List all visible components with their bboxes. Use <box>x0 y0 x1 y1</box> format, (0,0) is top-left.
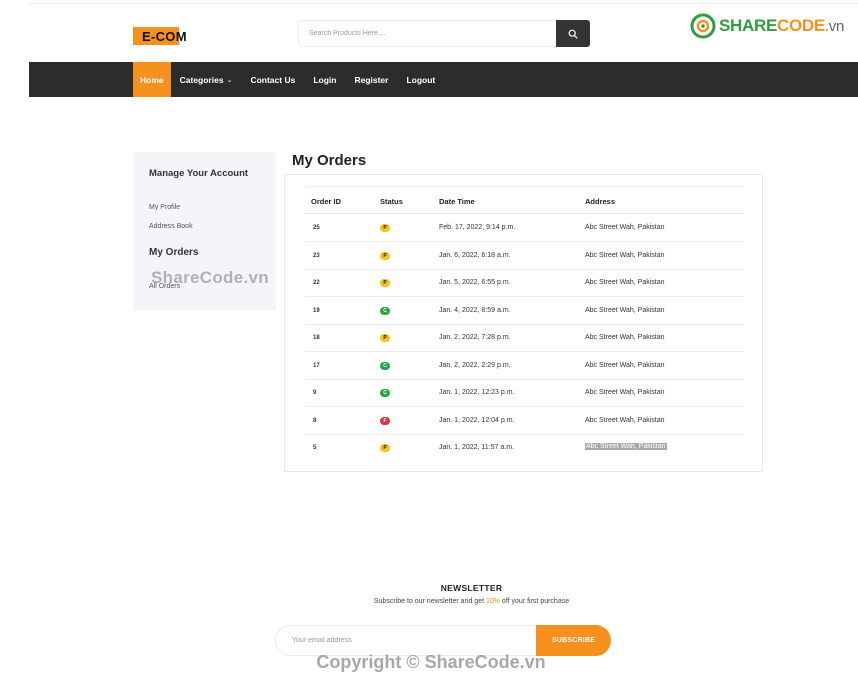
table-header: Order ID Status Date Time Address <box>305 186 744 214</box>
sidebar-title: Manage Your Account <box>149 168 249 179</box>
sharecode-watermark-logo: SHARECODE.vn <box>690 12 844 40</box>
search-input[interactable] <box>299 21 557 46</box>
sharecode-wordmark: SHARECODE.vn <box>719 16 845 35</box>
top-divider <box>29 3 858 4</box>
order-address: Abc Street Wah, Pakistan <box>585 361 665 369</box>
order-datetime: Jan. 1, 2022, 12:23 p.m. <box>439 389 515 396</box>
order-id: 8 <box>313 417 317 424</box>
chevron-down-icon: ⌄ <box>226 76 233 84</box>
table-row: 9 C Jan. 1, 2022, 12:23 p.m. Abc Street Wah… <box>305 379 744 407</box>
newsletter-subtitle: Subscribe to our newsletter and get 10% … <box>373 598 570 605</box>
sidebar-orders-heading: My Orders <box>149 247 199 258</box>
order-datetime: Jan. 1, 2022, 12:04 p.m. <box>439 416 515 424</box>
order-datetime: Jan. 6, 2022, 6:18 a.m. <box>439 251 511 259</box>
order-datetime: Jan. 1, 2022, 11:57 a.m. <box>439 444 514 451</box>
nav-register[interactable]: Register <box>345 62 397 97</box>
table-row: 18 P Jan. 2, 2022, 7:28 p.m. Abc Street Wah… <box>305 324 744 352</box>
order-address: Abc Street Wah, Pakistan <box>585 306 665 314</box>
page-title: My Orders <box>292 152 367 169</box>
table-row: 5 P Jan. 1, 2022, 11:57 a.m. Abc Street Wah… <box>305 434 744 462</box>
order-id: 25 <box>313 225 320 231</box>
order-id: 5 <box>313 445 317 451</box>
logo-text: E-COM <box>142 29 187 44</box>
order-address: Abc Street Wah, Pakistan <box>585 251 665 259</box>
order-id: 22 <box>313 280 320 286</box>
order-datetime: Jan. 2, 2022, 2:29 p.m. <box>439 361 511 369</box>
order-id: 9 <box>313 390 317 396</box>
status-badge: P <box>380 334 390 342</box>
table-row: 23 P Jan. 6, 2022, 6:18 a.m. Abc Street Wah… <box>305 242 744 270</box>
nav-logout[interactable]: Logout <box>397 62 444 97</box>
column-header-order-id: Order ID <box>311 197 342 206</box>
table-row: 22 P Jan. 5, 2022, 6:55 p.m. Abc Street Wah… <box>305 269 744 297</box>
table-row: 25 P Feb. 17, 2022, 9:14 p.m. Abc Street Wa… <box>305 214 744 242</box>
orders-table: Order ID Status Date Time Address 25 P Feb… <box>284 174 763 472</box>
order-address: Abc Street Wah, Pakistan <box>585 389 665 396</box>
order-id: 18 <box>313 335 320 341</box>
column-header-address: Address <box>585 197 616 206</box>
sharecode-logo-icon <box>690 13 716 39</box>
newsletter-email-input[interactable] <box>276 626 531 655</box>
column-header-status: Status <box>380 197 403 206</box>
order-address: Abc Street Wah, Pakistan <box>585 443 667 450</box>
table-row: 19 C Jan. 4, 2022, 8:59 a.m. Abc Street Wah… <box>305 297 744 325</box>
order-datetime: Jan. 4, 2022, 8:59 a.m. <box>439 306 511 314</box>
status-badge: C <box>380 306 390 315</box>
logo[interactable]: E-COM <box>133 27 187 45</box>
order-id: 23 <box>313 252 320 259</box>
status-badge: P <box>380 279 390 287</box>
nav-home[interactable]: Home <box>133 62 171 97</box>
sidebar-link-my-profile[interactable]: My Profile <box>149 204 180 211</box>
order-id: 19 <box>313 307 320 314</box>
order-address: Abc Street Wah, Pakistan <box>585 279 665 286</box>
status-badge: P <box>380 444 390 452</box>
sidebar-link-address-book[interactable]: Address Book <box>149 223 193 230</box>
copyright-watermark: Copyright © ShareCode.vn <box>316 652 546 672</box>
order-address: Abc Street Wah, Pakistan <box>585 224 665 231</box>
table-row: 17 C Jan. 2, 2022, 2:29 p.m. Abc Street Wah… <box>305 352 744 380</box>
status-badge: F <box>380 416 390 425</box>
order-datetime: Jan. 5, 2022, 6:55 p.m. <box>439 279 511 286</box>
search-bar <box>298 20 590 47</box>
order-datetime: Jan. 2, 2022, 7:28 p.m. <box>439 334 511 341</box>
status-badge: P <box>380 224 390 232</box>
search-button[interactable] <box>556 20 590 47</box>
order-address: Abc Street Wah, Pakistan <box>585 334 665 341</box>
nav-login[interactable]: Login <box>304 62 345 97</box>
status-badge: C <box>380 389 390 397</box>
main-nav: Home Categories ⌄ Contact Us Login Regist… <box>29 62 858 97</box>
nav-categories[interactable]: Categories ⌄ <box>171 62 242 97</box>
sharecode-watermark-text: ShareCode.vn <box>151 268 269 287</box>
column-header-date-time: Date Time <box>439 197 475 206</box>
table-row: 8 F Jan. 1, 2022, 12:04 p.m. Abc Street Wah… <box>305 407 744 435</box>
newsletter-title: NEWSLETTER <box>440 583 503 593</box>
page: E-COM SHARECODE.vn Home Categories⌄ Cont… <box>0 0 858 698</box>
status-badge: C <box>380 361 390 370</box>
order-address: Abc Street Wah, Pakistan <box>585 416 665 424</box>
order-id: 17 <box>313 362 320 369</box>
nav-contact-us[interactable]: Contact Us <box>241 62 304 97</box>
status-badge: P <box>380 251 390 260</box>
search-icon <box>568 29 578 39</box>
order-datetime: Feb. 17, 2022, 9:14 p.m. <box>439 224 516 231</box>
